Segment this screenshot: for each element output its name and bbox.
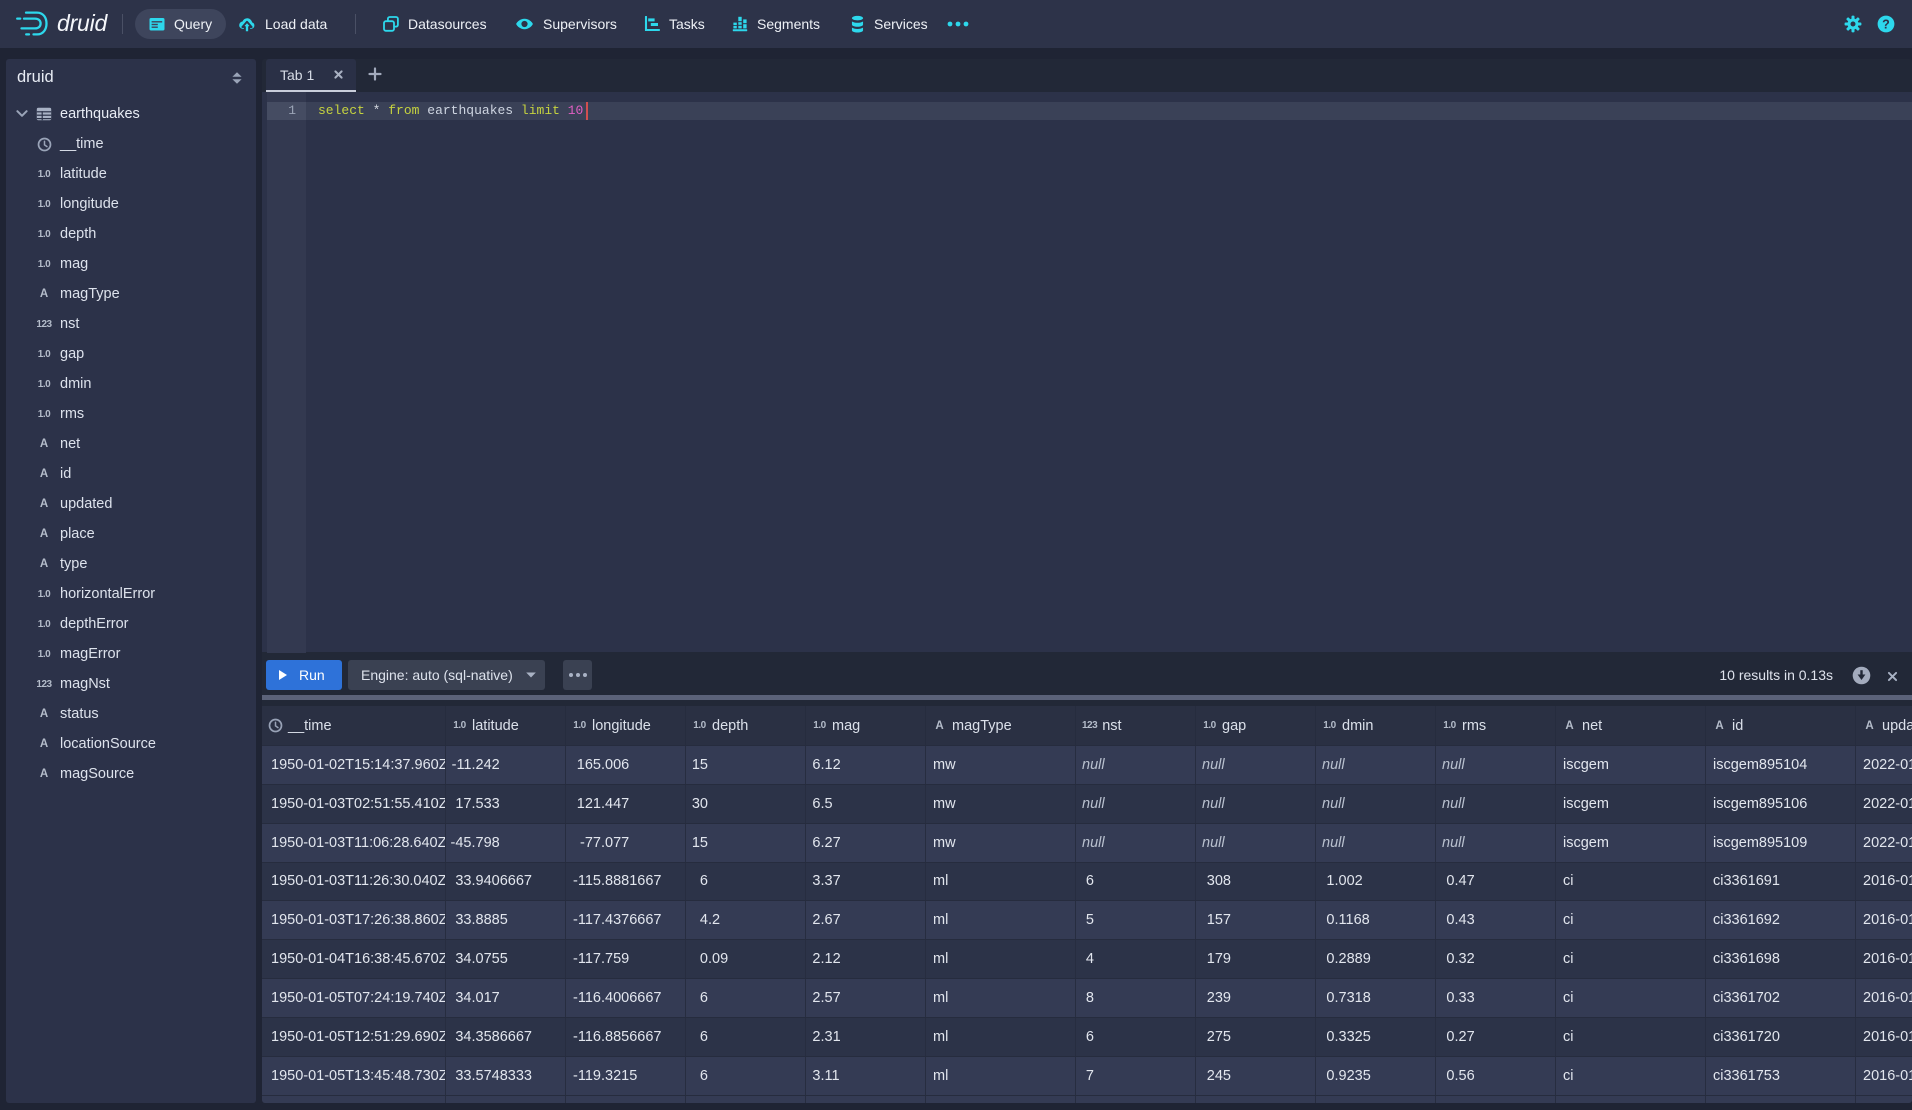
svg-text:?: ? [1882, 17, 1890, 31]
